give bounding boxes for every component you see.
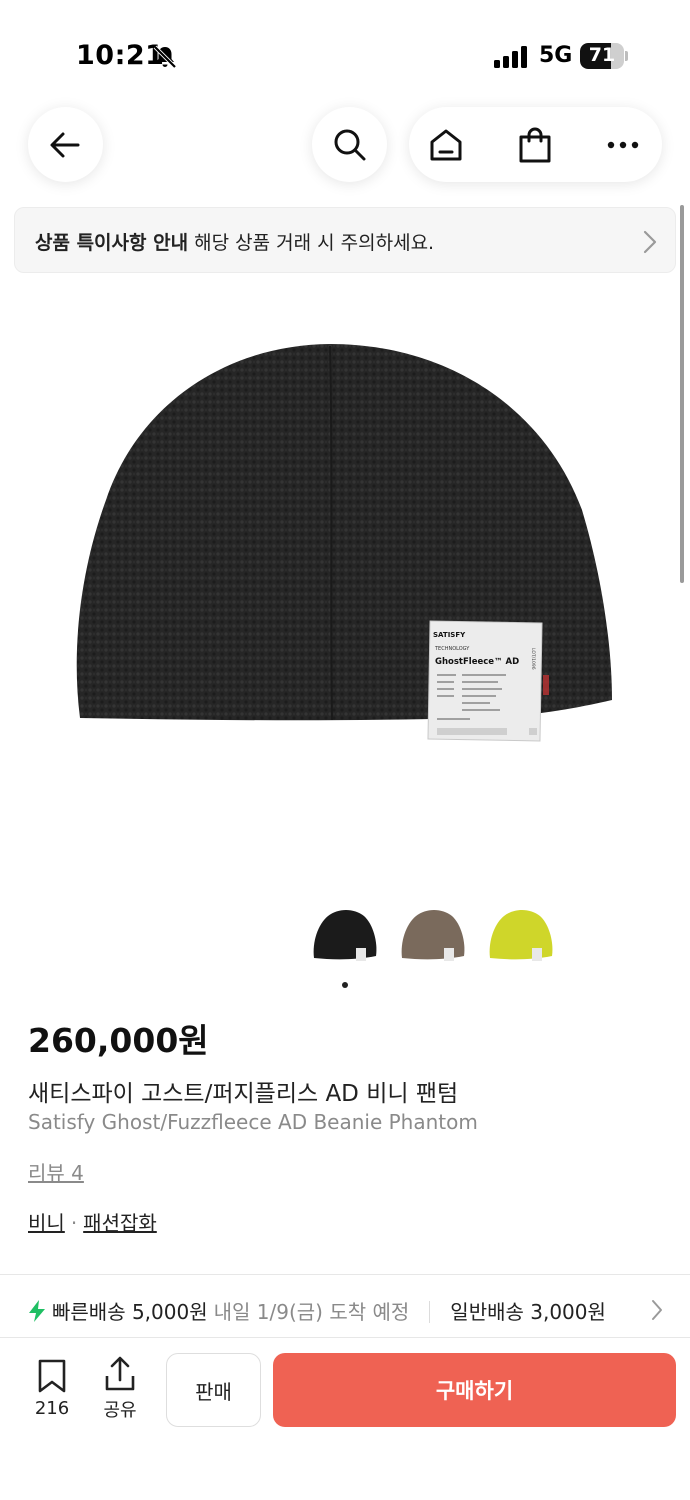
search-button[interactable] (312, 107, 387, 182)
bottom-action-bar: 216 공유 판매 구매하기 (0, 1338, 690, 1500)
category-separator: · (70, 1211, 78, 1235)
network-type: 5G (539, 43, 573, 68)
variant-thumbnail[interactable] (488, 902, 554, 964)
bookmark-count: 216 (34, 1398, 70, 1419)
variant-thumbnail[interactable] (400, 902, 466, 964)
carousel-indicator (342, 982, 348, 988)
product-name-ko: 새티스파이 고스트/퍼지플리스 AD 비니 팬텀 (28, 1081, 459, 1107)
back-button[interactable] (28, 107, 103, 182)
label-brand: SATISFY (433, 631, 466, 639)
share-label: 공유 (103, 1400, 137, 1421)
category-link-fashion-goods[interactable]: 패션잡화 (83, 1211, 157, 1235)
share-button[interactable]: 공유 (98, 1356, 142, 1422)
buy-button[interactable]: 구매하기 (273, 1353, 676, 1427)
bookmark-button[interactable]: 216 (30, 1358, 74, 1419)
review-link[interactable]: 리뷰 4 (28, 1157, 84, 1186)
chevron-right-icon[interactable] (651, 1299, 663, 1321)
label-tech: TECHNOLOGY (434, 646, 470, 652)
battery-icon: 71 (580, 43, 628, 69)
product-label-tag: SATISFY TECHNOLOGY GhostFleece™ AD LOT/1… (427, 620, 549, 742)
category-link-beanie[interactable]: 비니 (28, 1211, 65, 1235)
share-icon (105, 1356, 135, 1391)
home-icon[interactable] (428, 127, 464, 163)
label-side: LOT/1096 (530, 648, 536, 670)
status-bar: 10:21 5G 71 (0, 0, 690, 110)
lightning-bolt-icon (29, 1300, 45, 1322)
search-icon (334, 129, 366, 161)
fast-shipping-eta: 내일 1/9(금) 도착 예정 (213, 1300, 410, 1324)
product-image[interactable]: SATISFY TECHNOLOGY GhostFleece™ AD LOT/1… (0, 300, 690, 870)
category-breadcrumb: 비니 · 패션잡화 (28, 1207, 157, 1236)
notice-text: 상품 특이사항 안내 해당 상품 거래 시 주의하세요. (35, 228, 434, 255)
notice-message: 해당 상품 거래 시 주의하세요. (194, 232, 435, 254)
section-divider (0, 1274, 690, 1275)
label-name: GhostFleece™ AD (435, 657, 519, 667)
bookmark-icon (38, 1359, 66, 1393)
battery-percent: 71 (588, 44, 616, 66)
back-arrow-icon (50, 132, 80, 158)
cellular-signal-icon (494, 46, 527, 68)
normal-shipping-label: 일반배송 3,000원 (450, 1300, 606, 1324)
more-icon[interactable] (606, 141, 640, 149)
product-notice-banner[interactable]: 상품 특이사항 안내 해당 상품 거래 시 주의하세요. (14, 207, 676, 273)
nav-actions (409, 107, 662, 182)
sell-button[interactable]: 판매 (166, 1353, 261, 1427)
variant-thumbnail[interactable] (312, 902, 378, 964)
shipping-options[interactable]: 빠른배송 5,000원 내일 1/9(금) 도착 예정 일반배송 3,000원 (28, 1296, 606, 1325)
chevron-right-icon (643, 230, 657, 254)
fast-shipping-label: 빠른배송 5,000원 (52, 1300, 208, 1324)
shipping-separator (429, 1301, 431, 1323)
product-name-en: Satisfy Ghost/Fuzzfleece AD Beanie Phant… (28, 1110, 478, 1134)
bell-muted-icon (153, 45, 177, 69)
notice-title: 상품 특이사항 안내 (35, 232, 189, 254)
product-price: 260,000원 (28, 1021, 209, 1060)
shopping-bag-icon[interactable] (517, 126, 553, 164)
